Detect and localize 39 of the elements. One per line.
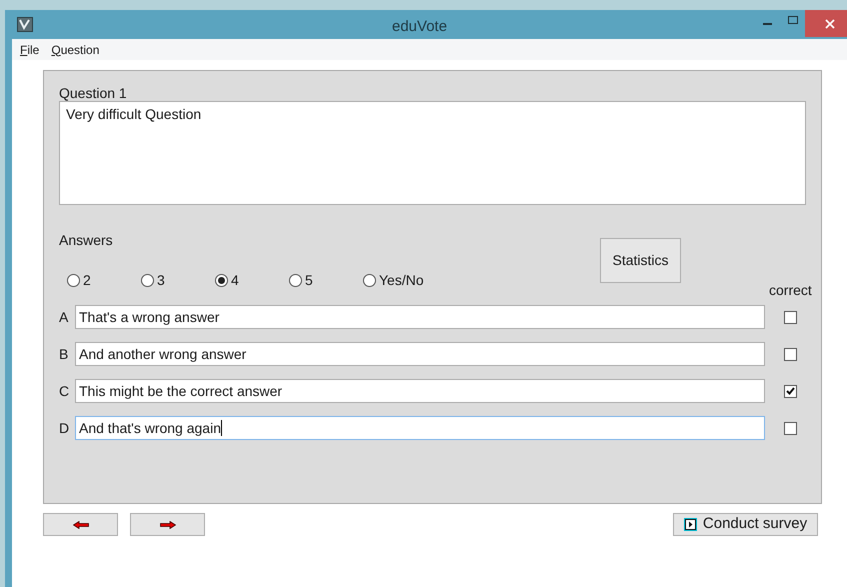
answer-field[interactable]: And another wrong answer (75, 342, 765, 366)
checkbox[interactable] (784, 384, 797, 398)
answers-label: Answers (59, 231, 113, 250)
app-icon (17, 17, 33, 32)
radio-label: 4 (231, 271, 239, 290)
previous-button[interactable] (43, 513, 118, 536)
correct-column-label: correct (769, 281, 812, 300)
answer-letter: B (59, 344, 70, 364)
right-arrow-icon (160, 520, 176, 528)
radio-button[interactable] (141, 274, 154, 287)
radio-button[interactable] (215, 274, 228, 287)
menu-item[interactable]: Question (50, 40, 100, 58)
answer-field[interactable]: And that's wrong again (75, 416, 765, 440)
menu-item[interactable]: File (19, 40, 40, 58)
radio-label: Yes/No (379, 271, 424, 290)
radio-label: 3 (157, 271, 165, 290)
radio-button[interactable] (289, 274, 302, 287)
left-arrow-icon (72, 520, 88, 528)
next-button[interactable] (130, 513, 205, 536)
close-button[interactable] (805, 10, 847, 37)
answer-letter: A (59, 308, 70, 326)
answer-field[interactable]: That's a wrong answer (75, 305, 765, 329)
window-title: eduVote (392, 17, 448, 37)
statistics-button[interactable]: Statistics (600, 238, 681, 283)
checkbox[interactable] (784, 422, 797, 434)
conduct-survey-button[interactable]: Conduct survey (673, 513, 818, 536)
radio-button[interactable] (363, 274, 376, 287)
question-text-area[interactable]: Very difficult Question (59, 101, 806, 205)
play-icon (684, 518, 697, 531)
answer-field[interactable]: This might be the correct answer (75, 379, 765, 403)
close-icon (824, 18, 834, 28)
answer-letter: C (59, 382, 70, 400)
radio-label: 5 (305, 271, 313, 290)
checkbox[interactable] (784, 310, 797, 324)
checkbox[interactable] (784, 348, 797, 360)
radio-button[interactable] (67, 274, 80, 287)
question-label: Question 1 (59, 84, 128, 101)
radio-label: 2 (83, 271, 91, 290)
answer-letter: D (59, 418, 70, 438)
